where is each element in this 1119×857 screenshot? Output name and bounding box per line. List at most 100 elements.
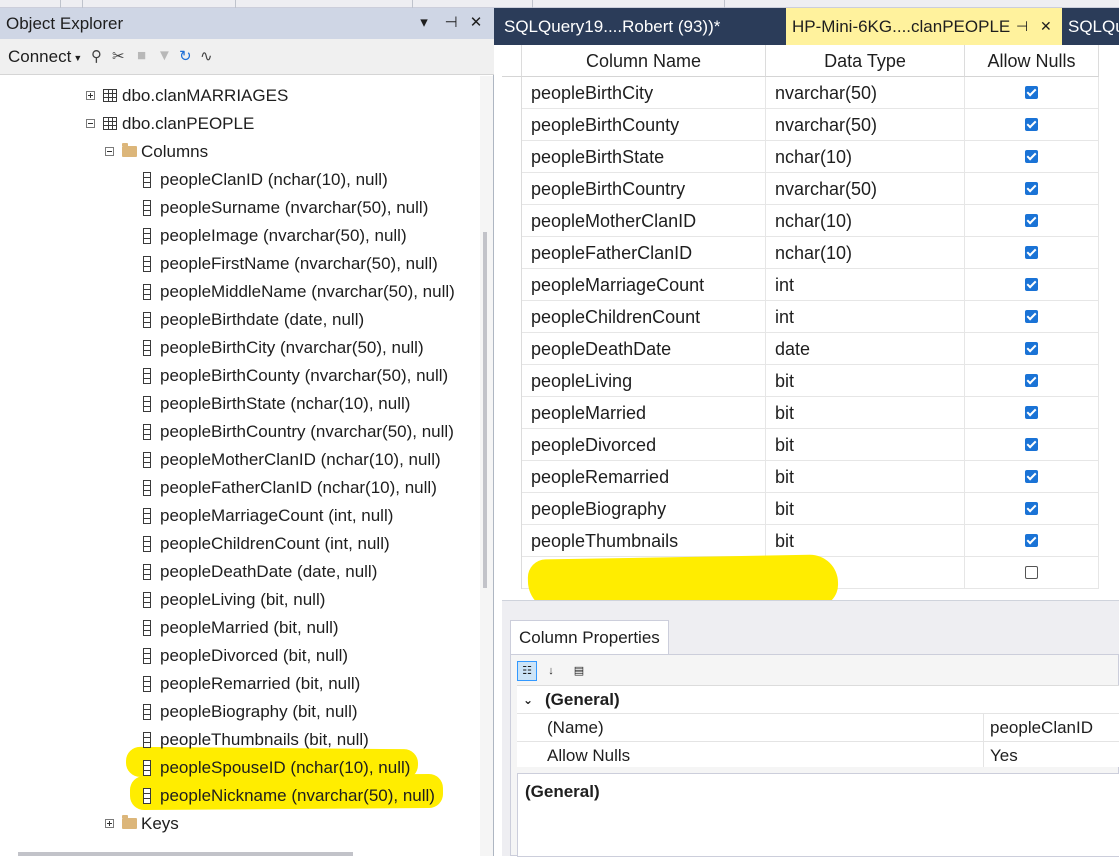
checkbox-checked[interactable] [1025,214,1038,227]
cell-data-type[interactable]: date [766,333,965,365]
cell-column-name[interactable]: peopleBirthCountry [522,173,766,205]
cell-data-type[interactable]: nvarchar(50) [766,77,965,109]
checkbox-checked[interactable] [1025,406,1038,419]
collapse-minus-icon[interactable] [105,147,114,156]
cell-data-type[interactable]: nchar(10) [766,141,965,173]
close-panel-icon[interactable]: ✕ [466,13,486,31]
row-selector[interactable] [502,557,522,589]
tab-sqlquery-partial[interactable]: SQLQu [1068,8,1119,45]
disconnect-icon[interactable]: ✂ [112,47,125,65]
tree-node-column[interactable]: peopleNickname (nvarchar(50), null) [143,784,473,808]
tree-node-column[interactable]: peopleFirstName (nvarchar(50), null) [143,252,473,276]
cell-column-name[interactable]: peopleFatherClanID [522,237,766,269]
cell-column-name[interactable]: peopleMotherClanID [522,205,766,237]
row-selector[interactable] [502,269,522,301]
header-data-type[interactable]: Data Type [766,45,965,77]
header-allow-nulls[interactable]: Allow Nulls [965,45,1099,77]
tree-node-column[interactable]: peopleMiddleName (nvarchar(50), null) [143,280,473,304]
checkbox-checked[interactable] [1025,534,1038,547]
cell-data-type[interactable]: bit [766,397,965,429]
checkbox-checked[interactable] [1025,150,1038,163]
property-row-name[interactable]: (Name) peopleClanID [517,714,1119,742]
stop-icon[interactable]: ■ [137,47,146,64]
row-selector[interactable] [502,141,522,173]
cell-data-type[interactable]: bit [766,493,965,525]
tab-clanpeople-designer[interactable]: HP-Mini-6KG....clanPEOPLE ⊣ ✕ [786,8,1062,45]
tree-horizontal-scrollbar[interactable] [18,852,353,856]
cell-column-name[interactable]: peopleBiography [522,493,766,525]
tree-node-column[interactable]: peopleBirthState (nchar(10), null) [143,392,473,416]
property-value[interactable]: Yes [983,742,1018,767]
checkbox-checked[interactable] [1025,310,1038,323]
chevron-down-icon[interactable]: ⌄ [523,686,533,714]
row-selector[interactable] [502,333,522,365]
checkbox-checked[interactable] [1025,374,1038,387]
cell-data-type[interactable]: nchar(10) [766,237,965,269]
tab-sqlquery19[interactable]: SQLQuery19....Robert (93))* [504,8,784,45]
cell-data-type[interactable]: bit [766,429,965,461]
cell-column-name[interactable]: peopleMarried [522,397,766,429]
cell-data-type[interactable]: bit [766,365,965,397]
tab-close-icon[interactable]: ✕ [1040,8,1052,45]
cell-column-name[interactable]: peopleThumbnails [522,525,766,557]
row-selector[interactable] [502,109,522,141]
tree-node-columns-folder[interactable]: Columns [105,140,265,164]
row-selector[interactable] [502,365,522,397]
tree-node-column[interactable]: peopleMarriageCount (int, null) [143,504,473,528]
tree-node-column[interactable]: peopleBirthCounty (nvarchar(50), null) [143,364,473,388]
property-row-allow-nulls[interactable]: Allow Nulls Yes [517,742,1119,767]
tree-node-column[interactable]: peopleSurname (nvarchar(50), null) [143,196,473,220]
tree-node-column[interactable]: peopleImage (nvarchar(50), null) [143,224,473,248]
property-category-general[interactable]: ⌄ (General) [517,686,1119,714]
tree-node-column[interactable]: peopleBirthCountry (nvarchar(50), null) [143,420,473,444]
row-selector[interactable] [502,301,522,333]
cell-column-name[interactable]: peopleDeathDate [522,333,766,365]
checkbox-checked[interactable] [1025,502,1038,515]
checkbox-checked[interactable] [1025,438,1038,451]
checkbox-checked[interactable] [1025,278,1038,291]
tree-node-column[interactable]: peopleRemarried (bit, null) [143,672,473,696]
connect-plug-icon[interactable]: ⚲ [91,47,102,65]
cell-data-type[interactable]: nchar(10) [766,205,965,237]
tab-pin-icon[interactable]: ⊣ [1016,8,1028,45]
tab-column-properties[interactable]: Column Properties [510,620,669,654]
cell-column-name[interactable]: peopleLiving [522,365,766,397]
tree-node-column[interactable]: peopleBirthdate (date, null) [143,308,473,332]
checkbox-checked[interactable] [1025,182,1038,195]
row-selector[interactable] [502,429,522,461]
checkbox-checked[interactable] [1025,118,1038,131]
row-selector[interactable] [502,237,522,269]
categorized-sort-icon[interactable]: ☷ [517,661,537,681]
cell-data-type[interactable]: int [766,269,965,301]
row-selector[interactable] [502,461,522,493]
collapse-minus-icon[interactable] [86,119,95,128]
cell-data-type[interactable]: nvarchar(50) [766,109,965,141]
cell-data-type[interactable]: nvarchar(50) [766,173,965,205]
row-selector[interactable] [502,397,522,429]
checkbox-unchecked[interactable] [1025,566,1038,579]
checkbox-checked[interactable] [1025,86,1038,99]
cell-data-type[interactable]: bit [766,525,965,557]
header-column-name[interactable]: Column Name [522,45,766,77]
tree-node-column[interactable]: peopleFatherClanID (nchar(10), null) [143,476,473,500]
filter-icon[interactable]: ▼ [157,47,172,64]
row-selector[interactable] [502,525,522,557]
tree-node-keys-folder[interactable]: Keys [105,812,225,836]
cell-column-name[interactable]: peopleDivorced [522,429,766,461]
tree-node-clanmarriages[interactable]: dbo.clanMARRIAGES [86,84,326,108]
activity-monitor-icon[interactable]: ∿ [200,47,213,65]
tree-node-column[interactable]: peopleChildrenCount (int, null) [143,532,473,556]
tree-node-column[interactable]: peopleBiography (bit, null) [143,700,473,724]
tree-node-column[interactable]: peopleClanID (nchar(10), null) [143,168,473,192]
pane-splitter[interactable] [502,600,1119,608]
cell-column-name[interactable]: peopleMarriageCount [522,269,766,301]
cell-data-type[interactable]: bit [766,461,965,493]
cell-column-name[interactable]: peopleBirthCounty [522,109,766,141]
expand-plus-icon[interactable] [86,91,95,100]
tree-node-column[interactable]: peopleDeathDate (date, null) [143,560,473,584]
tree-node-column[interactable]: peopleSpouseID (nchar(10), null) [143,756,473,780]
tree-node-column[interactable]: peopleMarried (bit, null) [143,616,473,640]
row-selector[interactable] [502,493,522,525]
row-selector[interactable] [502,205,522,237]
cell-column-name[interactable]: peopleBirthCity [522,77,766,109]
